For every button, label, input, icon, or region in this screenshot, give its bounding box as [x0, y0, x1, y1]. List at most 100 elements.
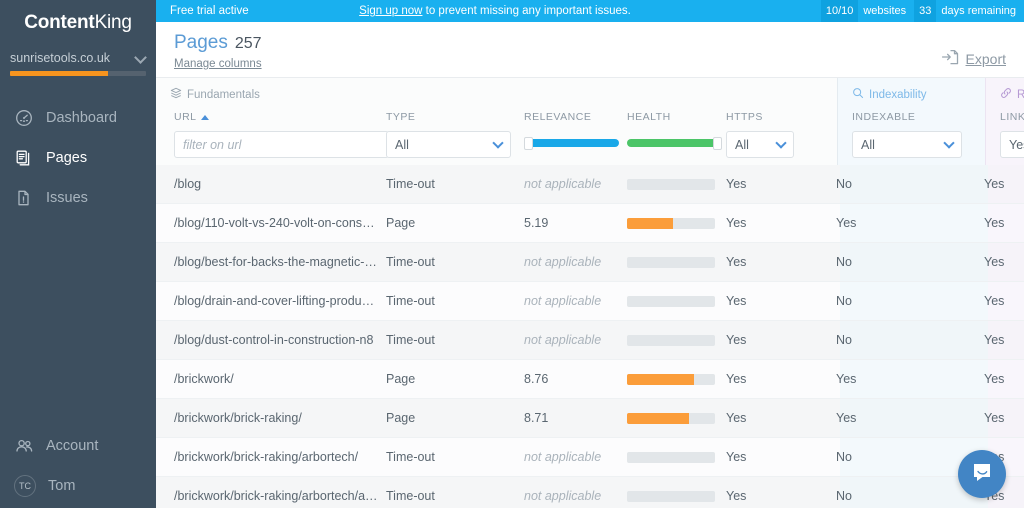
column-indexable: INDEXABLE All: [838, 78, 985, 166]
https-filter-value: All: [735, 138, 749, 152]
relevance-range-slider[interactable]: [524, 137, 619, 149]
column-label-text: RELEVANCE: [524, 111, 591, 123]
cell-health: [627, 374, 726, 385]
cell-indexable: Yes: [822, 372, 970, 386]
health-bar: [627, 374, 715, 385]
cell-url: /brickwork/brick-raking/arbortech/: [156, 450, 386, 464]
cell-indexable: Yes: [822, 411, 970, 425]
cell-https: Yes: [726, 294, 822, 308]
sidebar-footer: Account TC Tom: [0, 426, 156, 508]
cell-health: [627, 257, 726, 268]
column-header-relevance[interactable]: RELEVANCE: [524, 110, 627, 124]
sidebar-item-dashboard[interactable]: Dashboard: [0, 98, 156, 138]
health-slider-handle[interactable]: [713, 137, 722, 150]
cell-health: [627, 335, 726, 346]
column-https: HTTPS All: [726, 78, 822, 166]
column-type: TYPE All: [386, 78, 524, 166]
sidebar-nav: Dashboard Pages: [0, 98, 156, 218]
column-linked: LINKED Yes: [986, 78, 1024, 166]
cell-linked: Yes: [970, 333, 992, 347]
cell-type: Time-out: [386, 255, 524, 269]
cell-relevance: 8.76: [524, 372, 627, 386]
indexable-filter-value: All: [861, 138, 875, 152]
brand-logo[interactable]: ContentKing: [0, 0, 156, 46]
type-filter-value: All: [395, 138, 409, 152]
cell-relevance: not applicable: [524, 294, 627, 308]
sort-ascending-icon: [201, 115, 209, 120]
sidebar-item-user[interactable]: TC Tom: [0, 466, 156, 506]
pages-icon: [14, 148, 34, 168]
cell-url: /brickwork/: [156, 372, 386, 386]
cell-https: Yes: [726, 450, 822, 464]
column-header-https[interactable]: HTTPS: [726, 110, 822, 124]
table-row[interactable]: /blog/best-for-backs-the-magnetic-m...Ti…: [156, 243, 1024, 282]
site-selector[interactable]: sunrisetools.co.uk: [0, 46, 156, 76]
cell-indexable: No: [822, 450, 970, 464]
health-bar: [627, 335, 715, 346]
column-header-health[interactable]: HEALTH: [627, 110, 726, 124]
page-title: Pages: [174, 32, 228, 54]
table-row[interactable]: /brickwork/brick-raking/arbortech/as...T…: [156, 477, 1024, 508]
column-header-url[interactable]: URL: [174, 110, 386, 124]
page-header: Pages 257 Manage columns Export: [156, 22, 1024, 77]
table-row[interactable]: /blog/dust-control-in-construction-n8Tim…: [156, 321, 1024, 360]
column-group-fundamentals: Fundamentals URL TYPE: [156, 78, 837, 166]
cell-type: Page: [386, 372, 524, 386]
table-row[interactable]: /blogTime-outnot applicableYesNoYes: [156, 165, 1024, 204]
cell-indexable: Yes: [822, 216, 970, 230]
cell-indexable: No: [822, 255, 970, 269]
sign-up-link[interactable]: Sign up now: [359, 5, 422, 17]
table-row[interactable]: /brickwork/brick-raking/arbortech/Time-o…: [156, 438, 1024, 477]
indexable-filter-select[interactable]: All: [852, 131, 962, 158]
sidebar-item-account[interactable]: Account: [0, 426, 156, 466]
cell-relevance: not applicable: [524, 177, 627, 191]
column-group-indexability: Indexability INDEXABLE All: [837, 78, 985, 166]
cell-linked: Yes: [970, 216, 992, 230]
manage-columns-link[interactable]: Manage columns: [174, 58, 262, 70]
pages-table[interactable]: /blogTime-outnot applicableYesNoYes/blog…: [156, 165, 1024, 508]
users-icon: [14, 436, 34, 456]
sidebar-item-issues[interactable]: Issues: [0, 178, 156, 218]
health-bar: [627, 452, 715, 463]
column-label-text: HTTPS: [726, 111, 763, 123]
health-range-slider[interactable]: [627, 137, 722, 149]
column-header-linked[interactable]: LINKED: [1000, 110, 1024, 124]
brand-name-light: King: [95, 12, 132, 34]
cell-type: Page: [386, 411, 524, 425]
cell-https: Yes: [726, 333, 822, 347]
chat-bubble-icon: [970, 460, 994, 489]
cell-type: Time-out: [386, 489, 524, 503]
cell-https: Yes: [726, 411, 822, 425]
cell-url: /blog/dust-control-in-construction-n8: [156, 333, 386, 347]
user-name: Tom: [48, 478, 75, 494]
cell-health: [627, 491, 726, 502]
column-header-indexable[interactable]: INDEXABLE: [852, 110, 985, 124]
relevance-slider-handle[interactable]: [524, 137, 533, 150]
table-row[interactable]: /blog/drain-and-cover-lifting-products..…: [156, 282, 1024, 321]
type-filter-select[interactable]: All: [386, 131, 511, 158]
table-row[interactable]: /brickwork/brick-raking/Page8.71YesYesYe…: [156, 399, 1024, 438]
chat-widget-button[interactable]: [958, 450, 1006, 498]
chevron-down-icon: [775, 137, 786, 148]
column-url: URL: [156, 78, 386, 166]
cell-relevance: not applicable: [524, 450, 627, 464]
cell-indexable: No: [822, 333, 970, 347]
issues-icon: [14, 188, 34, 208]
https-filter-select[interactable]: All: [726, 131, 794, 158]
sidebar-item-pages[interactable]: Pages: [0, 138, 156, 178]
sidebar-item-label: Account: [46, 438, 98, 454]
health-bar: [627, 179, 715, 190]
table-row[interactable]: /blog/110-volt-vs-240-volt-on-constru...…: [156, 204, 1024, 243]
search-input[interactable]: [174, 131, 389, 158]
column-label-text: TYPE: [386, 111, 415, 123]
linked-filter-select[interactable]: Yes: [1000, 131, 1024, 158]
cell-type: Time-out: [386, 177, 524, 191]
column-header-type[interactable]: TYPE: [386, 110, 524, 124]
trial-banner: Free trial active Sign up now to prevent…: [156, 0, 1024, 22]
cell-url: /blog/drain-and-cover-lifting-products..…: [156, 294, 386, 308]
table-row[interactable]: /brickwork/Page8.76YesYesYes: [156, 360, 1024, 399]
export-button[interactable]: Export: [941, 48, 1006, 69]
gauge-icon: [14, 108, 34, 128]
column-group-relations: Relat LINKED Yes: [985, 78, 1024, 166]
cell-type: Page: [386, 216, 524, 230]
